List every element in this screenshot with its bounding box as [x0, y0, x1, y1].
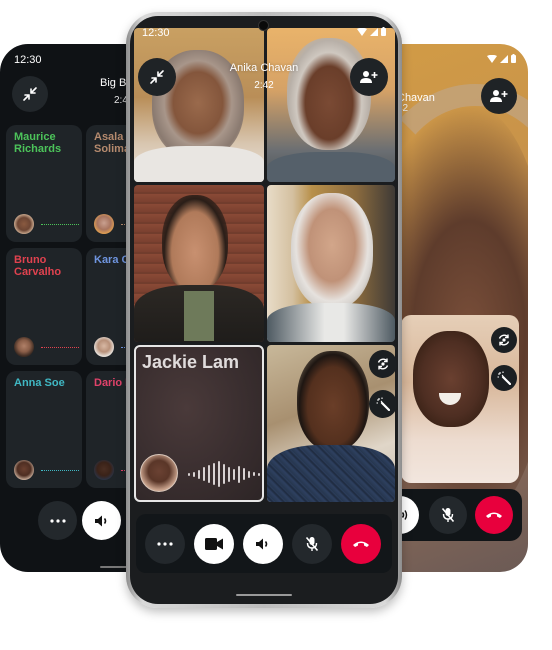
mic-off-icon — [305, 536, 319, 552]
end-call-button[interactable] — [475, 496, 513, 534]
more-icon — [157, 542, 173, 546]
collapse-icon — [23, 87, 37, 101]
speaker-button[interactable] — [243, 524, 283, 564]
participant-name: Maurice Richards — [14, 131, 62, 155]
waveform-bar — [198, 469, 200, 479]
more-icon — [49, 518, 66, 523]
status-bar-icons — [357, 27, 386, 36]
participant-name: Jackie Lam — [142, 352, 240, 372]
waveform-bar — [208, 465, 210, 483]
speaker-icon — [94, 515, 106, 526]
video-camera-icon — [205, 538, 223, 550]
waveform-bar — [233, 468, 235, 480]
hang-up-icon — [486, 512, 502, 518]
avatar — [94, 214, 114, 234]
audio-level-indicator — [41, 224, 79, 225]
effects-button[interactable] — [491, 365, 517, 391]
participant-tile[interactable]: Anna Soe — [6, 371, 82, 488]
add-person-icon — [360, 71, 378, 83]
right-phone-one-on-one-call: Chavan 42 — [395, 44, 528, 572]
add-participant-button[interactable] — [350, 58, 388, 96]
audio-only-tile[interactable]: Jackie Lam — [134, 345, 264, 502]
mic-off-icon — [441, 507, 455, 523]
wifi-icon — [487, 54, 497, 63]
battery-icon — [381, 27, 386, 36]
avatar — [14, 460, 34, 480]
center-phone-video-call: Jackie Lam 12:30 Anika Chavan 2:42 — [130, 16, 398, 604]
video-tile[interactable] — [134, 28, 264, 182]
camera-toggle-button[interactable] — [194, 524, 234, 564]
wifi-icon — [357, 27, 367, 36]
front-camera — [258, 20, 269, 31]
speaker-button[interactable] — [82, 501, 121, 540]
remote-video-detail — [395, 84, 528, 344]
waveform-bar — [193, 471, 195, 477]
avatar — [94, 460, 114, 480]
flip-camera-icon — [498, 334, 510, 346]
participant-name: Bruno Carvalho — [14, 254, 62, 278]
home-indicator — [236, 594, 292, 596]
waveform-bar — [243, 468, 245, 480]
mute-button[interactable] — [292, 524, 332, 564]
video-tile[interactable] — [134, 185, 264, 342]
effects-button[interactable] — [369, 390, 397, 418]
waveform-bar — [238, 465, 240, 483]
signal-icon — [370, 27, 378, 36]
more-options-button[interactable] — [38, 501, 77, 540]
hang-up-icon — [353, 541, 369, 547]
waveform-bar — [223, 464, 225, 484]
mute-button[interactable] — [429, 496, 467, 534]
waveform-bar — [258, 472, 260, 476]
more-options-button[interactable] — [145, 524, 185, 564]
audio-level-indicator — [41, 470, 79, 471]
status-time: 12:30 — [14, 54, 42, 66]
waveform-bar — [213, 463, 215, 485]
waveform-bar — [218, 461, 220, 487]
flip-camera-icon — [377, 358, 389, 370]
magic-wand-icon — [376, 397, 390, 411]
flip-camera-button[interactable] — [491, 327, 517, 353]
video-tile[interactable] — [267, 185, 395, 342]
waveform-bar — [253, 472, 255, 476]
participant-name: Anna Soe — [14, 377, 65, 389]
signal-icon — [500, 54, 508, 63]
speaker-icon — [256, 538, 268, 550]
waveform-bar — [248, 470, 250, 478]
status-bar-icons — [487, 54, 516, 63]
participant-tile[interactable]: Maurice Richards — [6, 125, 82, 242]
add-person-icon — [490, 90, 508, 102]
collapse-button[interactable] — [12, 76, 48, 112]
audio-level-indicator — [41, 347, 79, 348]
audio-waveform — [188, 461, 260, 487]
self-view-face — [413, 331, 489, 427]
avatar — [140, 454, 178, 492]
avatar — [14, 214, 34, 234]
video-tile[interactable] — [267, 28, 395, 182]
waveform-bar — [203, 467, 205, 481]
status-time: 12:30 — [142, 27, 170, 39]
waveform-bar — [188, 472, 190, 476]
add-participant-button[interactable] — [481, 78, 517, 114]
participant-tile[interactable]: Bruno Carvalho — [6, 248, 82, 365]
waveform-bar — [228, 466, 230, 482]
magic-wand-icon — [497, 371, 511, 385]
flip-camera-button[interactable] — [369, 350, 397, 378]
avatar — [14, 337, 34, 357]
battery-icon — [511, 54, 516, 63]
end-call-button[interactable] — [341, 524, 381, 564]
avatar — [94, 337, 114, 357]
